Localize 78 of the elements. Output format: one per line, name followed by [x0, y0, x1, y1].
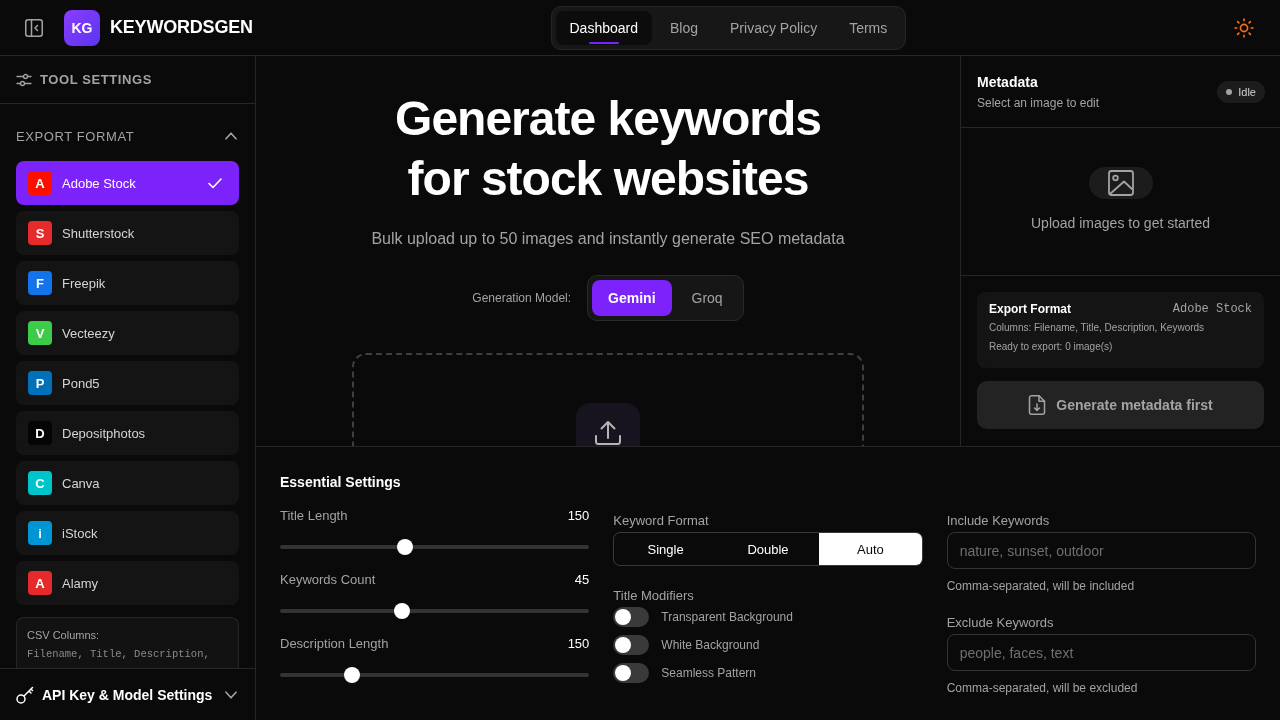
csv-columns-value: Filename, Title, Description, [27, 647, 211, 662]
toggle-switch[interactable] [613, 607, 650, 627]
keyword-format-option[interactable]: Double [716, 533, 820, 565]
field-label: Title Modifiers [613, 587, 695, 605]
export-format-option[interactable]: P Pond5 [16, 361, 239, 405]
csv-columns-label: CSV Columns: [27, 628, 101, 643]
toggle-switch[interactable] [613, 635, 650, 655]
slider-value: 45 [574, 571, 590, 589]
field-label: Exclude Keywords [946, 614, 1055, 632]
toggle-switch[interactable] [613, 663, 650, 683]
export-ready-text: Ready to export: 0 image(s) [989, 340, 1114, 354]
section-title: TOOL SETTINGS [40, 72, 153, 87]
keyword-format-option[interactable]: Auto [819, 533, 922, 565]
status-label: Idle [1238, 86, 1256, 98]
model-option[interactable]: Gemini [592, 280, 672, 316]
field-label: Include Keywords [946, 512, 1051, 530]
hero-subtitle: Bulk upload up to 50 images and instantly generate SEO metadata [371, 229, 845, 249]
nav-tab[interactable]: Privacy Policy [716, 10, 832, 45]
export-format-option[interactable]: D Depositphotos [16, 411, 239, 455]
export-format-option[interactable]: F Freepik [16, 261, 239, 305]
logo-letter: P [28, 371, 52, 395]
sliders-icon [16, 71, 32, 88]
nav-tab[interactable]: Terms [835, 10, 902, 45]
image-icon [1088, 167, 1153, 199]
slider-thumb[interactable] [397, 539, 414, 555]
export-columns-text: Columns: Filename, Title, Description, Keywords [989, 321, 1206, 335]
empty-state-text: Upload images to get started [1031, 215, 1210, 231]
export-format-option[interactable]: i iStock [16, 511, 239, 555]
api-settings-toggle[interactable]: API Key & Model Settings [16, 685, 217, 704]
nav-tab[interactable]: Dashboard [555, 10, 652, 45]
panel-title: Metadata [977, 73, 1039, 91]
export-format-option[interactable]: A Adobe Stock [16, 161, 239, 205]
logo-letter: F [28, 271, 52, 295]
logo-letter: D [28, 421, 52, 445]
logo-letter: i [28, 521, 52, 545]
toggle-label: Seamless Pattern [661, 666, 757, 680]
field-label: Keyword Format [613, 512, 710, 530]
logo-letter: A [28, 171, 52, 195]
slider-value: 150 [567, 635, 590, 653]
sidebar-toggle-icon[interactable] [25, 18, 43, 37]
file-download-icon [1028, 395, 1047, 415]
hero-title: Generate keywords for stock websites [395, 91, 821, 207]
logo-letter: C [28, 471, 52, 495]
status-dot-icon [1226, 89, 1233, 95]
slider-label: Description Length [280, 635, 389, 653]
panel-subtitle: Select an image to edit [977, 95, 1100, 111]
settings-title: Essential Settings [280, 473, 402, 492]
model-label: Generation Model: [472, 291, 572, 305]
model-option[interactable]: Groq [675, 280, 739, 316]
key-icon [16, 685, 34, 704]
export-format-option[interactable]: C Canva [16, 461, 239, 505]
slider-thumb[interactable] [394, 603, 411, 619]
check-icon [208, 177, 222, 189]
logo[interactable]: KG [64, 9, 100, 46]
upload-icon [576, 403, 640, 446]
slider-label: Title Length [280, 507, 348, 525]
slider-label: Keywords Count [280, 571, 376, 589]
export-format-value: Adobe Stock [1172, 302, 1252, 316]
keyword-format-option[interactable]: Single [614, 533, 717, 565]
input-field[interactable]: nature, sunset, outdoor [946, 532, 1256, 569]
logo-letter: V [28, 321, 52, 345]
logo-letter: A [28, 571, 52, 595]
field-hint: Comma-separated, will be excluded [946, 680, 1139, 696]
slider-thumb[interactable] [344, 667, 361, 683]
export-format-heading: EXPORT FORMAT [16, 128, 135, 144]
export-format-option[interactable]: S Shutterstock [16, 211, 239, 255]
toggle-label: Transparent Background [661, 610, 793, 624]
nav-tab[interactable]: Blog [656, 10, 713, 45]
input-field[interactable]: people, faces, text [946, 634, 1256, 671]
export-format-option[interactable]: A Alamy [16, 561, 239, 605]
slider-value: 150 [567, 507, 590, 525]
brand-name: KEYWORDSGEN [110, 17, 253, 38]
export-format-option[interactable]: V Vecteezy [16, 311, 239, 355]
field-hint: Comma-separated, will be included [946, 578, 1136, 594]
toggle-label: White Background [661, 638, 760, 652]
export-summary-title: Export Format [989, 302, 1071, 316]
sun-icon[interactable] [1234, 17, 1254, 38]
logo-letter: S [28, 221, 52, 245]
